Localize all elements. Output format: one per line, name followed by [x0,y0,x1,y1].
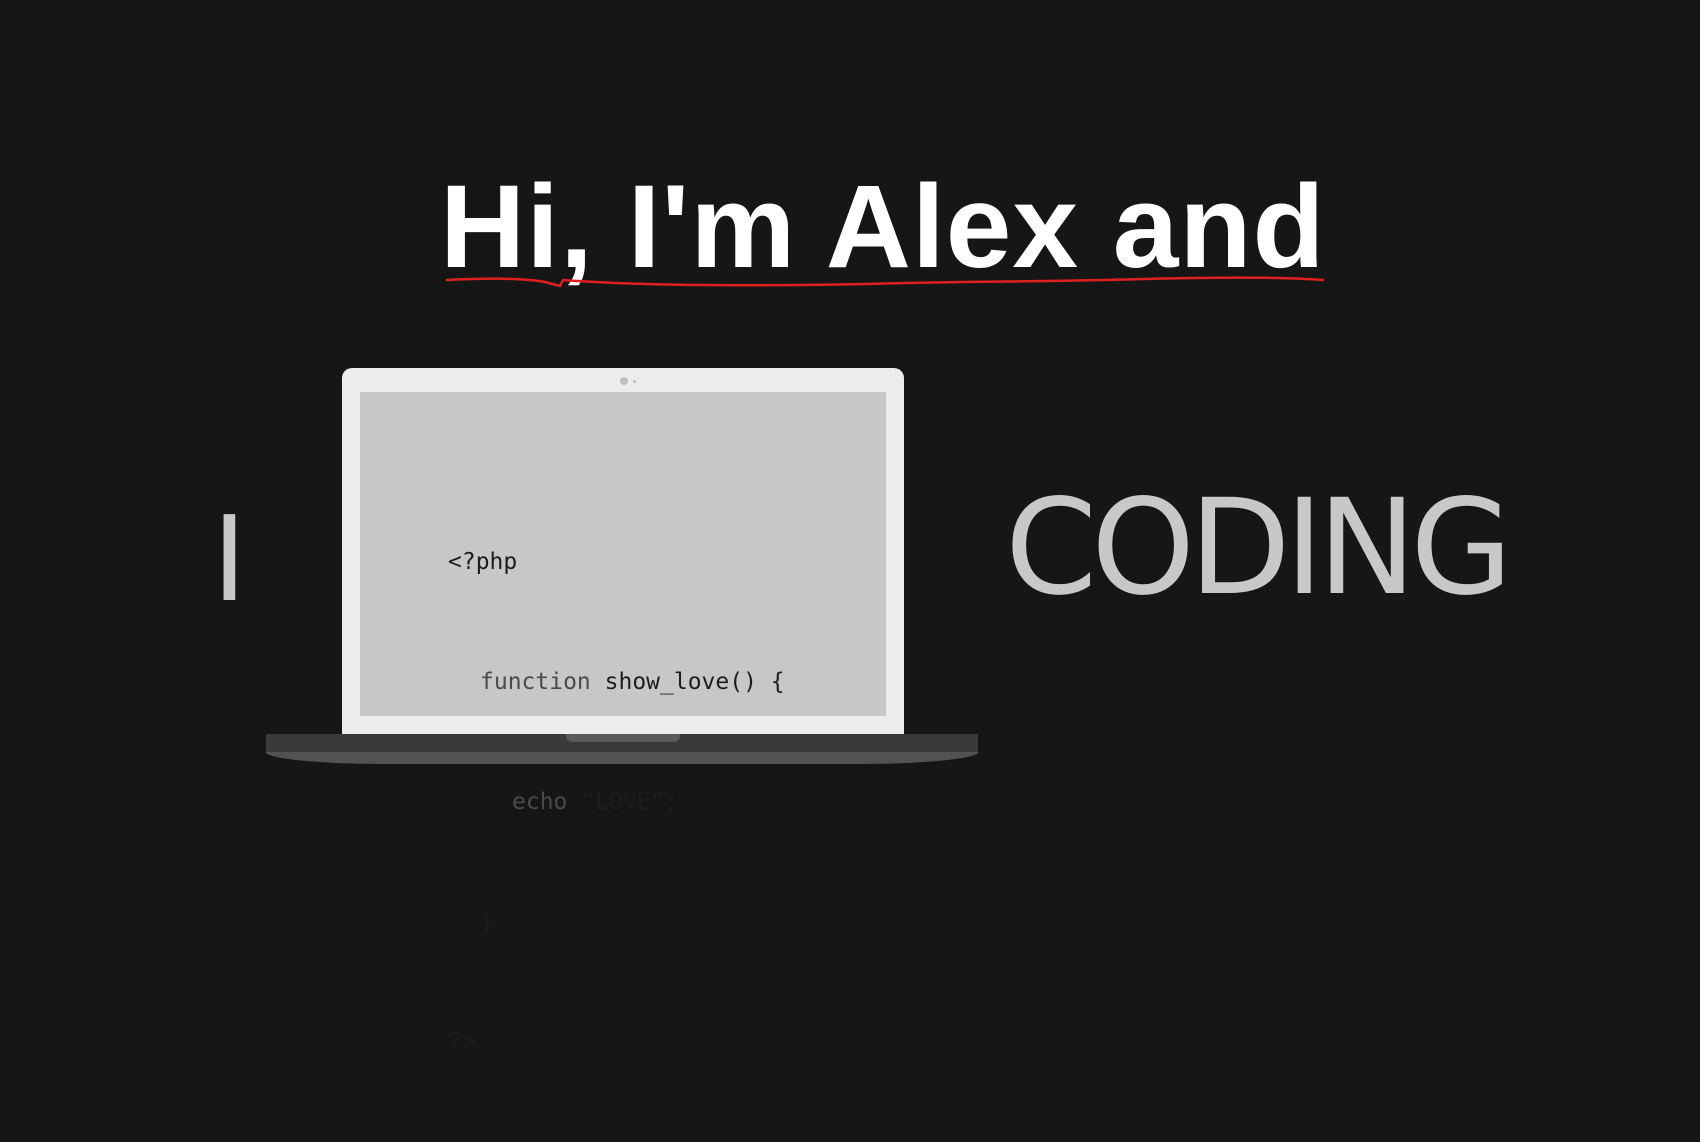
laptop-screen: <?php function show_love() { echo “LOVE”… [360,392,886,1055]
echo-keyword: echo [512,789,582,815]
code-line-function: function show_love() { [448,662,785,702]
laptop-illustration: <?php function show_love() { echo “LOVE”… [266,368,978,1055]
code-line-close-tag: ?> [448,1029,476,1055]
red-underline [445,276,1325,288]
headline: Hi, I'm Alex and [440,161,1326,293]
function-signature: show_love() { [604,669,785,695]
word-i: I [212,490,247,628]
code-line-close-brace: } [480,909,494,935]
camera-light [633,380,636,383]
code-snippet: <?php function show_love() { echo “LOVE”… [448,462,785,1142]
echo-value: “LOVE”; [581,789,679,815]
laptop-base-bottom [266,752,978,764]
laptop-notch [566,734,680,742]
laptop-lid: <?php function show_love() { echo “LOVE”… [342,368,904,1055]
function-keyword: function [480,669,605,695]
word-coding: CODING [1005,471,1513,625]
code-line-open-tag: <?php [448,549,518,575]
code-line-echo: echo “LOVE”; [448,782,785,822]
camera-icon [620,377,628,385]
